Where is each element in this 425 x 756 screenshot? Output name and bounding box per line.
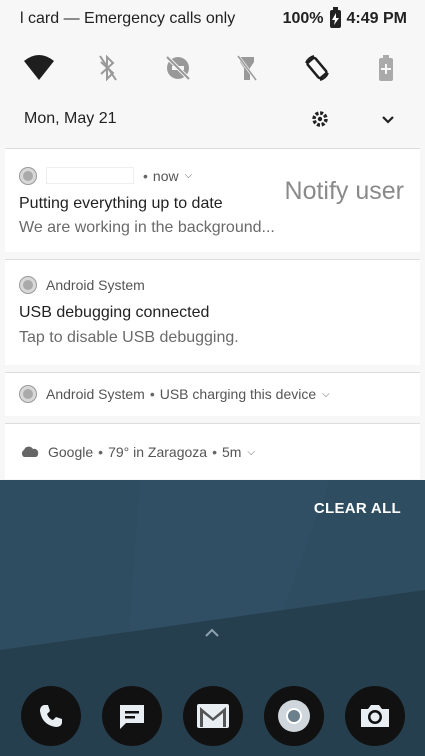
bluetooth-off-icon[interactable]	[88, 48, 128, 88]
separator-dot: •	[212, 444, 217, 460]
chrome-icon[interactable]	[263, 686, 324, 746]
dnd-off-icon[interactable]	[158, 48, 198, 88]
expand-chevron-icon[interactable]	[373, 104, 403, 134]
status-bar: l card — Emergency calls only 100% 4:49 …	[0, 0, 425, 38]
notification-card[interactable]: • now ⌵ Putting everything up to date We…	[5, 148, 420, 252]
expand-chevron-icon[interactable]: ⌵	[185, 170, 193, 181]
notification-title: Putting everything up to date	[19, 195, 223, 212]
clear-all-button[interactable]: CLEAR ALL	[314, 500, 401, 517]
expand-chevron-icon[interactable]: ⌵	[247, 447, 255, 458]
battery-saver-icon[interactable]	[366, 48, 406, 88]
notification-action-text: Notify user	[284, 177, 404, 205]
expand-chevron-icon[interactable]: ⌵	[322, 389, 330, 400]
cloud-icon	[20, 446, 40, 458]
android-system-icon	[20, 386, 36, 402]
android-system-icon	[20, 277, 36, 293]
notification-card[interactable]: Android System USB debugging connected T…	[5, 259, 420, 365]
notification-text: Tap to disable USB debugging.	[19, 329, 239, 346]
notification-summary: USB charging this device	[159, 386, 317, 402]
flashlight-off-icon[interactable]	[227, 48, 267, 88]
app-name: Google	[48, 444, 94, 460]
settings-gear-icon[interactable]	[305, 104, 335, 134]
gmail-icon[interactable]	[182, 686, 243, 746]
separator-dot: •	[98, 444, 104, 460]
app-name: Android System	[46, 386, 145, 402]
notification-time: 5m	[221, 444, 242, 460]
separator-dot: •	[149, 386, 155, 402]
date-label: Mon, May 21	[24, 110, 117, 127]
shade-header: Mon, May 21	[0, 100, 425, 138]
app-name: Android System	[46, 277, 145, 293]
notification-title: USB debugging connected	[19, 304, 210, 321]
notification-card[interactable]: Android System • USB charging this devic…	[5, 372, 420, 416]
app-icon	[20, 167, 36, 184]
battery-charging-icon	[329, 7, 341, 28]
notification-card[interactable]: Google • 79° in Zaragoza • 5m ⌵	[5, 423, 420, 479]
phone-icon[interactable]	[20, 686, 81, 746]
auto-rotate-icon[interactable]	[297, 48, 337, 88]
messages-icon[interactable]	[101, 686, 162, 746]
app-name	[46, 167, 134, 184]
wifi-icon[interactable]	[19, 48, 59, 88]
notification-text: We are working in the background...	[19, 219, 275, 236]
battery-percent: 100%	[282, 10, 324, 27]
notification-time: now	[152, 167, 179, 184]
app-drawer-chevron-icon[interactable]	[204, 625, 220, 643]
carrier-text: l card — Emergency calls only	[20, 10, 236, 27]
camera-icon[interactable]	[344, 686, 405, 746]
separator-dot: •	[143, 167, 148, 184]
dock	[0, 676, 425, 756]
weather-text: 79° in Zaragoza	[108, 444, 208, 460]
clock: 4:49 PM	[346, 10, 407, 27]
quick-settings-row	[0, 46, 425, 90]
